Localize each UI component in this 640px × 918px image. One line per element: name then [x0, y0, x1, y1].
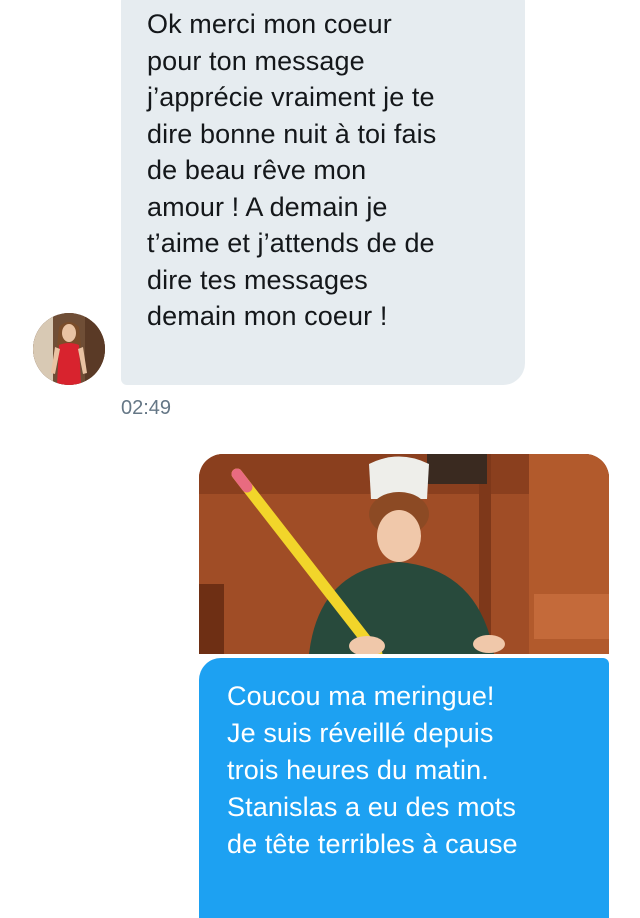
avatar-image — [33, 313, 105, 385]
incoming-message-bubble[interactable]: Ok merci mon coeur pour ton message j’ap… — [121, 0, 525, 385]
message-timestamp: 02:49 — [121, 397, 172, 419]
photo-attachment[interactable] — [199, 454, 609, 654]
sender-avatar[interactable] — [33, 313, 105, 385]
outgoing-message-bubble[interactable]: Coucou ma meringue! Je suis réveillé dep… — [199, 658, 609, 918]
attached-photo — [199, 454, 609, 654]
incoming-message-text: Ok merci mon coeur pour ton message j’ap… — [147, 9, 437, 331]
outgoing-message-text: Coucou ma meringue! Je suis réveillé dep… — [227, 681, 518, 859]
